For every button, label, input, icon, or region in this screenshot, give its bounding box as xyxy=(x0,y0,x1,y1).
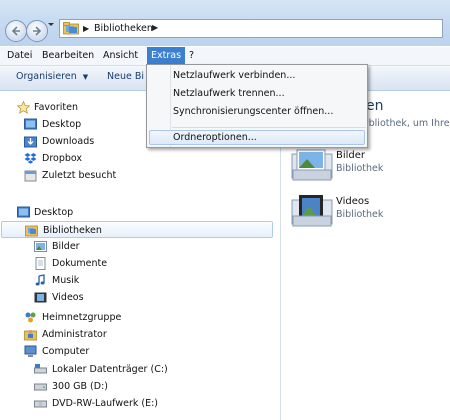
nav-label: Dokumente xyxy=(52,258,108,269)
nav-libraries-music[interactable]: Musik xyxy=(0,272,275,289)
nav-label: Desktop xyxy=(34,207,74,218)
pictures-library-icon xyxy=(291,149,333,181)
dropbox-icon xyxy=(24,153,37,164)
nav-homegroup[interactable]: Heimnetzgruppe xyxy=(0,309,275,326)
organize-label: Organisieren xyxy=(16,71,77,82)
menu-datei[interactable]: Datei xyxy=(3,47,36,65)
nav-libraries-videos[interactable]: Videos xyxy=(0,289,275,306)
desktop-icon xyxy=(24,118,37,130)
menu-item-map-network-drive[interactable]: Netzlaufwerk verbinden... xyxy=(173,70,295,81)
nav-label: Bilder xyxy=(52,241,80,252)
nav-favorites-recent[interactable]: Zuletzt besucht xyxy=(0,167,275,184)
window-titlebar: ▶ Bibliotheken ▶ xyxy=(0,0,450,46)
desktop-icon xyxy=(17,206,30,218)
new-library-button[interactable]: Neue Bi xyxy=(107,71,144,82)
back-arrow-icon xyxy=(11,26,20,36)
nav-label: Desktop xyxy=(42,119,82,130)
videos-icon xyxy=(34,292,47,303)
nav-label: Bibliotheken xyxy=(43,225,102,236)
forward-button[interactable] xyxy=(26,20,48,42)
organize-button[interactable]: Organisieren ▼ xyxy=(16,71,88,82)
nav-libraries-pictures[interactable]: Bilder xyxy=(0,238,275,255)
nav-drive-c[interactable]: Lokaler Datenträger (C:) xyxy=(0,361,275,378)
system-drive-icon xyxy=(34,364,47,374)
nav-computer[interactable]: Computer xyxy=(0,343,275,360)
menu-item-disconnect-network-drive[interactable]: Netzlaufwerk trennen... xyxy=(173,88,285,99)
nav-label: Heimnetzgruppe xyxy=(42,312,122,323)
dvd-drive-icon xyxy=(34,400,47,408)
library-type: Bibliothek xyxy=(336,163,384,174)
address-bar[interactable]: ▶ Bibliotheken ▶ xyxy=(59,19,443,38)
music-icon xyxy=(35,274,45,286)
nav-libraries[interactable]: Bibliotheken xyxy=(1,221,273,238)
menu-ansicht[interactable]: Ansicht xyxy=(99,47,142,65)
nav-label: 300 GB (D:) xyxy=(52,381,108,392)
nav-favorites-label: Favoriten xyxy=(34,102,78,113)
documents-icon xyxy=(35,257,46,270)
library-type: Bibliothek xyxy=(336,209,384,220)
breadcrumb-arrow-icon[interactable]: ▶ xyxy=(152,23,158,32)
computer-icon xyxy=(24,345,37,357)
menu-item-folder-options[interactable]: Ordneroptionen... xyxy=(173,132,257,143)
nav-label: Lokaler Datenträger (C:) xyxy=(52,364,168,375)
library-name: Bilder xyxy=(336,150,366,161)
back-button[interactable] xyxy=(5,20,27,42)
nav-desktop[interactable]: Desktop xyxy=(0,204,275,221)
menu-bearbeiten[interactable]: Bearbeiten xyxy=(38,47,98,65)
nav-drive-d[interactable]: 300 GB (D:) xyxy=(0,378,275,395)
chevron-down-icon: ▼ xyxy=(82,73,89,81)
nav-label: Musik xyxy=(52,275,80,286)
pictures-icon xyxy=(34,241,47,252)
user-folder-icon xyxy=(24,330,37,341)
library-tile-pictures[interactable]: Bilder Bibliothek xyxy=(291,148,441,184)
libraries-folder-icon xyxy=(63,22,79,35)
library-tile-videos[interactable]: Videos Bibliothek xyxy=(291,194,441,230)
nav-drive-e[interactable]: DVD-RW-Laufwerk (E:) xyxy=(0,395,275,412)
hard-drive-icon xyxy=(34,383,47,391)
libraries-heading: en xyxy=(366,98,384,114)
nav-label: Zuletzt besucht xyxy=(42,170,117,181)
menu-help[interactable]: ? xyxy=(185,47,198,65)
menu-separator xyxy=(172,127,366,128)
libraries-subheading: ibliothek, um Ihre D xyxy=(366,118,450,129)
extras-dropdown-menu: Netzlaufwerk verbinden... Netzlaufwerk t… xyxy=(146,64,368,148)
menu-item-sync-center[interactable]: Synchronisierungscenter öffnen... xyxy=(173,106,333,117)
nav-libraries-documents[interactable]: Dokumente xyxy=(0,255,275,272)
star-icon xyxy=(17,101,30,114)
nav-label: Downloads xyxy=(42,136,95,147)
libraries-folder-icon xyxy=(25,225,38,237)
menu-extras[interactable]: Extras xyxy=(147,47,186,65)
breadcrumb-separator-icon[interactable]: ▶ xyxy=(83,24,89,33)
nav-label: DVD-RW-Laufwerk (E:) xyxy=(52,398,159,409)
nav-label: Administrator xyxy=(42,329,107,340)
breadcrumb-libraries[interactable]: Bibliotheken xyxy=(94,23,153,34)
videos-library-icon xyxy=(291,195,333,227)
nav-label: Videos xyxy=(52,292,84,303)
forward-arrow-icon xyxy=(33,26,42,36)
recent-places-icon xyxy=(24,170,37,182)
nav-label: Computer xyxy=(42,346,90,357)
nav-favorites-dropbox[interactable]: Dropbox xyxy=(0,150,275,167)
nav-administrator[interactable]: Administrator xyxy=(0,326,275,343)
downloads-folder-icon xyxy=(24,136,37,148)
homegroup-icon xyxy=(25,312,36,323)
nav-label: Dropbox xyxy=(42,153,83,164)
library-name: Videos xyxy=(336,196,370,207)
recent-pages-dropdown-icon[interactable] xyxy=(48,22,54,28)
